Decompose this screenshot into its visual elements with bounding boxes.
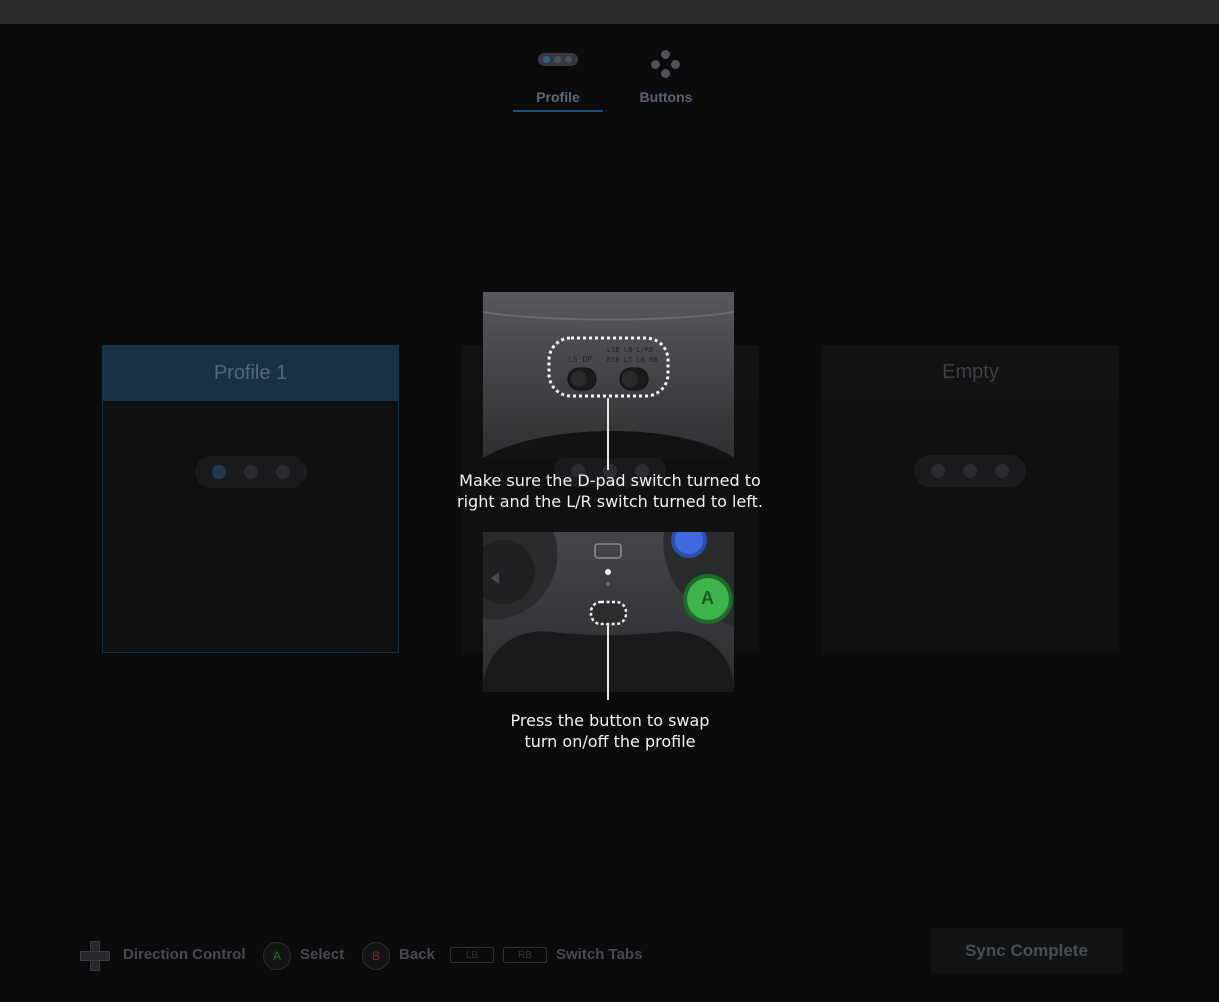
profile-button-instruction-text: Press the button to swap turn on/off the… — [510, 711, 710, 751]
rb-key-icon: RB — [503, 947, 547, 963]
select-label: Select — [300, 945, 345, 963]
a-button-icon: A — [263, 942, 291, 970]
profile-indicator-dots — [195, 456, 307, 488]
switch-label-right-top: LSB LB L/RB — [607, 346, 654, 354]
direction-control-label: Direction Control — [123, 945, 246, 963]
tab-active-underline — [513, 110, 603, 112]
switch-label-right-bottom: RSB LT LB RB — [607, 356, 658, 364]
switch-tabs-label: Switch Tabs — [556, 945, 643, 963]
sync-complete-button[interactable]: Sync Complete — [931, 928, 1122, 973]
tab-buttons-label: Buttons — [639, 89, 693, 105]
switch-label-left: LS DP — [568, 355, 593, 364]
tab-buttons[interactable]: Buttons — [621, 46, 711, 114]
callout-line-profile-button — [607, 624, 609, 700]
profile-card-3[interactable]: Empty — [822, 345, 1119, 653]
callout-line-switch — [607, 398, 609, 470]
profile-card-1[interactable]: Profile 1 — [102, 345, 399, 653]
profile-indicator-dots — [914, 455, 1026, 487]
face-button-a-letter: A — [701, 588, 714, 608]
dpad-icon — [80, 941, 110, 971]
profile-card-title: Profile 1 — [103, 346, 398, 401]
lb-key-icon: LB — [450, 947, 494, 963]
tab-profile[interactable]: Profile — [513, 46, 603, 114]
switch-instruction-text: Make sure the D-pad switch turned to rig… — [457, 471, 763, 511]
profile-pill-icon — [538, 53, 578, 66]
tab-profile-label: Profile — [536, 89, 580, 105]
back-label: Back — [399, 945, 435, 963]
b-button-icon: B — [362, 942, 390, 970]
profile-card-title: Empty — [822, 345, 1119, 400]
window-title-strip — [0, 0, 1219, 24]
buttons-cluster-icon — [651, 50, 681, 78]
